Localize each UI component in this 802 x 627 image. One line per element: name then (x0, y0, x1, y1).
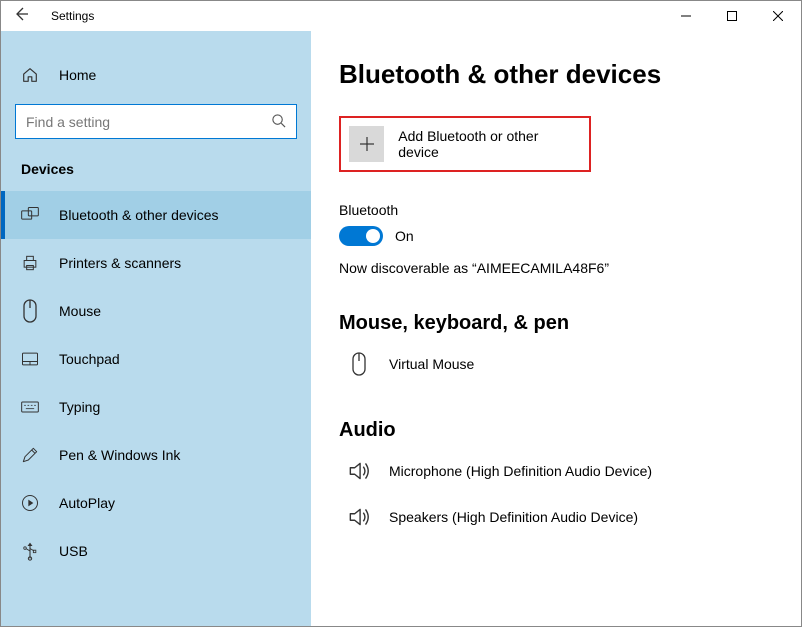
sidebar-item-autoplay[interactable]: AutoPlay (1, 479, 311, 527)
app-title: Settings (51, 9, 94, 23)
sidebar-home[interactable]: Home (1, 56, 311, 94)
sidebar-item-touchpad[interactable]: Touchpad (1, 335, 311, 383)
mouse-icon (345, 351, 373, 377)
discoverable-text: Now discoverable as “AIMEECAMILA48F6” (339, 260, 777, 276)
sidebar-section-title: Devices (1, 151, 311, 191)
mouse-icon (19, 298, 41, 324)
touchpad-icon (19, 349, 41, 369)
bluetooth-toggle[interactable] (339, 226, 383, 246)
sidebar-item-label: USB (59, 543, 88, 559)
section-mouse-keyboard-pen: Mouse, keyboard, & pen (339, 312, 777, 335)
home-icon (21, 66, 41, 84)
bluetooth-label: Bluetooth (339, 202, 777, 218)
printer-icon (19, 253, 41, 273)
plus-icon (349, 126, 384, 162)
back-button[interactable] (13, 6, 29, 27)
device-name: Microphone (High Definition Audio Device… (389, 463, 652, 479)
close-button[interactable] (755, 1, 801, 31)
sidebar-item-label: AutoPlay (59, 495, 115, 511)
sidebar-item-printers-scanners[interactable]: Printers & scanners (1, 239, 311, 287)
device-row[interactable]: Microphone (High Definition Audio Device… (339, 452, 777, 498)
add-device-label: Add Bluetooth or other device (398, 128, 579, 160)
main-panel: Bluetooth & other devices Add Bluetooth … (311, 31, 801, 626)
sidebar-item-mouse[interactable]: Mouse (1, 287, 311, 335)
usb-icon (19, 541, 41, 561)
sidebar-item-usb[interactable]: USB (1, 527, 311, 575)
search-icon (271, 113, 286, 131)
window-controls (663, 1, 801, 31)
search-input[interactable] (26, 114, 271, 130)
search-box[interactable] (15, 104, 297, 139)
sidebar: Home Devices Bluetooth & other devices Pr… (1, 31, 311, 626)
page-title: Bluetooth & other devices (339, 59, 777, 90)
device-row[interactable]: Virtual Mouse (339, 345, 777, 391)
speaker-icon (345, 458, 373, 484)
keyboard-icon (19, 397, 41, 417)
device-name: Speakers (High Definition Audio Device) (389, 509, 638, 525)
titlebar: Settings (1, 1, 801, 31)
sidebar-item-label: Printers & scanners (59, 255, 181, 271)
sidebar-item-bluetooth-other-devices[interactable]: Bluetooth & other devices (1, 191, 311, 239)
sidebar-item-typing[interactable]: Typing (1, 383, 311, 431)
pen-icon (19, 445, 41, 465)
maximize-button[interactable] (709, 1, 755, 31)
sidebar-item-pen-windows-ink[interactable]: Pen & Windows Ink (1, 431, 311, 479)
add-device-button[interactable]: Add Bluetooth or other device (339, 116, 591, 172)
toggle-state-label: On (395, 228, 414, 244)
speaker-icon (345, 504, 373, 530)
sidebar-item-label: Pen & Windows Ink (59, 447, 180, 463)
minimize-button[interactable] (663, 1, 709, 31)
bluetooth-devices-icon (19, 205, 41, 225)
autoplay-icon (19, 493, 41, 513)
sidebar-item-label: Mouse (59, 303, 101, 319)
section-audio: Audio (339, 419, 777, 442)
device-name: Virtual Mouse (389, 356, 474, 372)
sidebar-home-label: Home (59, 67, 96, 83)
device-row[interactable]: Speakers (High Definition Audio Device) (339, 498, 777, 544)
sidebar-item-label: Bluetooth & other devices (59, 207, 219, 223)
sidebar-item-label: Typing (59, 399, 100, 415)
sidebar-item-label: Touchpad (59, 351, 120, 367)
